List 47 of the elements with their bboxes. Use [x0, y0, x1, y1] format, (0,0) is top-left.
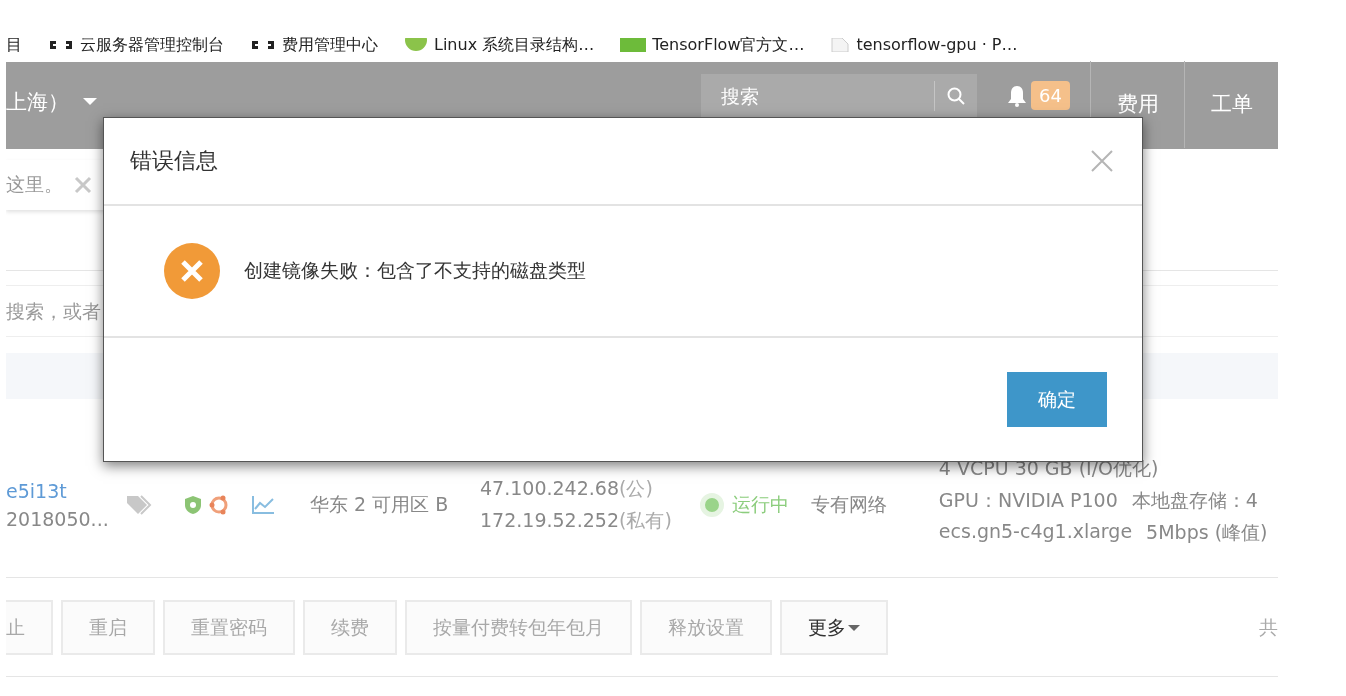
bookmark-link[interactable]: 费用管理中心 [282, 35, 378, 55]
zone-text: 华东 2 可用区 B [310, 492, 450, 517]
nav-link[interactable]: 工单 [1184, 61, 1278, 148]
spec-text: 5Mbps (峰值) [1146, 520, 1268, 545]
pagination-text: 共 [1259, 614, 1278, 640]
spec-text: ecs.gn5-c4g1.xlarge [938, 520, 1133, 544]
bookmark-link[interactable]: 目 [6, 35, 22, 55]
favicon-icon [620, 38, 647, 52]
status-text: 运行中 [731, 492, 789, 517]
notification-badge: 64 [1031, 81, 1070, 110]
bookmark-link[interactable]: TensorFlow官方文… [652, 35, 805, 55]
ubuntu-icon [208, 494, 230, 516]
dialog-title: 错误信息 [130, 147, 218, 175]
confirm-button[interactable]: 确定 [1007, 372, 1107, 427]
spec-text: GPU：NVIDIA P100 [938, 488, 1118, 513]
search-field[interactable]: 搜索 [701, 73, 935, 118]
notice-text: 这里。 [6, 172, 63, 197]
bookmark-link[interactable]: Linux 系统目录结构… [434, 35, 595, 55]
shield-icon [184, 495, 202, 515]
error-message: 创建镜像失败：包含了不支持的磁盘类型 [244, 258, 586, 283]
error-icon [164, 243, 220, 299]
tag-icon [126, 494, 154, 516]
region-selector[interactable]: 上海） [6, 87, 97, 116]
instance-name-link[interactable]: e5i13t [6, 480, 124, 502]
chart-icon [251, 495, 275, 515]
ip-address: 172.19.52.252 [480, 509, 619, 531]
link-icon [48, 38, 74, 52]
ip-type: (私有) [619, 509, 672, 531]
bookmark-link[interactable]: 云服务器管理控制台 [80, 35, 224, 55]
page-icon [830, 38, 851, 52]
network-type: 专有网络 [810, 492, 888, 517]
globe-icon [404, 38, 428, 52]
caret-icon [848, 624, 860, 631]
ip-address: 47.100.242.68 [480, 477, 619, 499]
bell-icon [1007, 84, 1028, 107]
spec-text: 本地盘存储：4 [1131, 488, 1258, 513]
action-button[interactable]: 更多 [780, 600, 888, 655]
instance-id: 2018050... [6, 508, 110, 530]
close-icon [1090, 149, 1114, 173]
search-button[interactable] [934, 73, 978, 118]
ip-type: (公) [619, 477, 653, 499]
status-dot [699, 493, 724, 517]
link-icon [250, 38, 276, 52]
caret-icon [83, 98, 97, 105]
close-icon [73, 175, 93, 195]
search-icon [947, 86, 966, 105]
bookmark-link[interactable]: tensorflow-gpu · P… [856, 35, 1018, 55]
